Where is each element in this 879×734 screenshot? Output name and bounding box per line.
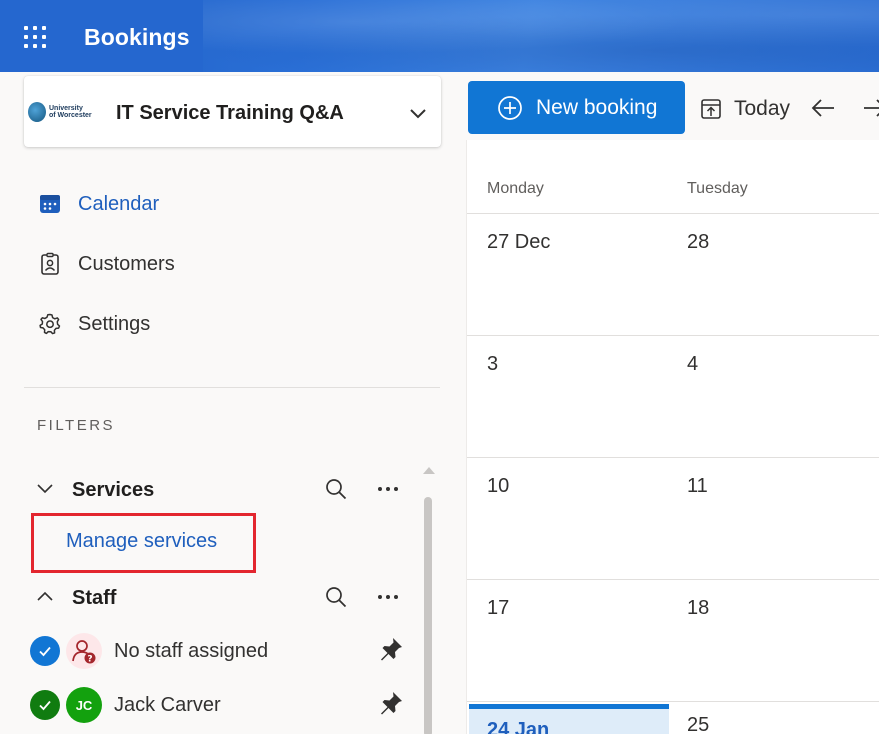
day-cell-date[interactable]: 4 [687,353,698,376]
week-divider [467,335,879,336]
more-options-icon[interactable] [376,587,400,607]
filters-title: FILTERS [37,417,116,434]
day-header-monday: Monday [487,180,544,197]
services-section-header[interactable]: Services [36,475,416,503]
checkbox-checked[interactable] [30,636,60,666]
day-header-tuesday: Tuesday [687,180,748,197]
staff-title: Staff [72,587,117,609]
day-cell-date[interactable]: 25 [687,714,709,734]
new-booking-label: New booking [536,95,658,119]
divider [24,387,440,388]
top-bar: Bookings [0,0,879,72]
new-booking-button[interactable]: New booking [468,81,685,134]
day-cell-date[interactable]: 27 Dec [487,231,550,254]
day-cell-date[interactable]: 10 [487,475,509,498]
nav-item-settings[interactable]: Settings [38,310,150,338]
week-divider [467,701,879,702]
business-name: IT Service Training Q&A [116,102,344,124]
checkbox-checked[interactable] [30,690,60,720]
add-circle-icon [498,95,522,120]
services-title: Services [72,479,155,501]
chevron-up-icon[interactable] [36,589,54,603]
logo-text-1: University [49,105,83,112]
week-divider [467,213,879,214]
scrollbar-thumb[interactable] [424,497,432,734]
search-icon[interactable] [324,585,348,609]
nav-item-calendar[interactable]: Calendar [38,190,159,218]
left-panel: University of Worcester IT Service Train… [0,72,466,734]
today-date: 24 Jan [487,719,550,734]
app-name[interactable]: Bookings [84,24,190,51]
highlight-box [31,513,256,573]
scrollbar[interactable] [422,467,435,734]
more-options-icon[interactable] [376,479,400,499]
arrow-left-icon[interactable] [810,96,836,120]
staff-row-jack-carver[interactable]: JC Jack Carver [30,686,410,723]
staff-name: No staff assigned [114,640,269,662]
svg-text:?: ? [87,655,92,665]
staff-name: Jack Carver [114,694,221,716]
brand-block: Bookings [0,0,203,72]
nav-label-calendar: Calendar [78,192,160,215]
app-launcher-icon[interactable] [24,26,46,48]
checkmark-icon [39,700,51,711]
today-cell[interactable]: 24 Jan [469,704,669,734]
today-button[interactable]: Today [700,95,790,123]
chevron-down-icon[interactable] [36,481,54,495]
staff-row-unassigned[interactable]: ? No staff assigned [30,632,410,669]
day-cell-date[interactable]: 17 [487,597,509,620]
arrow-right-icon[interactable] [862,96,879,120]
week-divider [467,457,879,458]
scroll-up-arrow[interactable] [423,467,435,474]
unassigned-person-icon: ? [66,633,102,669]
calendar-grid: Monday Tuesday 27 Dec 28 3 4 10 11 17 18… [466,140,879,734]
day-cell-date[interactable]: 11 [687,475,708,498]
nav-label-settings: Settings [78,312,151,335]
business-selector[interactable]: University of Worcester IT Service Train… [24,76,441,147]
pin-icon[interactable] [378,636,404,662]
customers-icon [38,252,62,276]
today-label: Today [734,97,791,120]
logo-text-2: of Worcester [49,112,92,119]
gear-icon [38,312,62,336]
day-cell-date[interactable]: 3 [487,353,498,376]
calendar-icon [38,192,62,216]
business-logo: University of Worcester [28,102,104,122]
chevron-down-icon[interactable] [408,106,428,120]
checkmark-icon [39,646,51,657]
nav-label-customers: Customers [78,252,175,275]
nav-item-customers[interactable]: Customers [38,250,175,278]
day-cell-date[interactable]: 28 [687,231,709,254]
week-divider [467,579,879,580]
staff-section-header[interactable]: Staff [36,583,416,611]
avatar: JC [66,687,102,723]
today-calendar-icon [701,99,721,119]
day-cell-date[interactable]: 18 [687,597,709,620]
pin-icon[interactable] [378,690,404,716]
search-icon[interactable] [324,477,348,501]
avatar-initials: JC [75,697,93,713]
